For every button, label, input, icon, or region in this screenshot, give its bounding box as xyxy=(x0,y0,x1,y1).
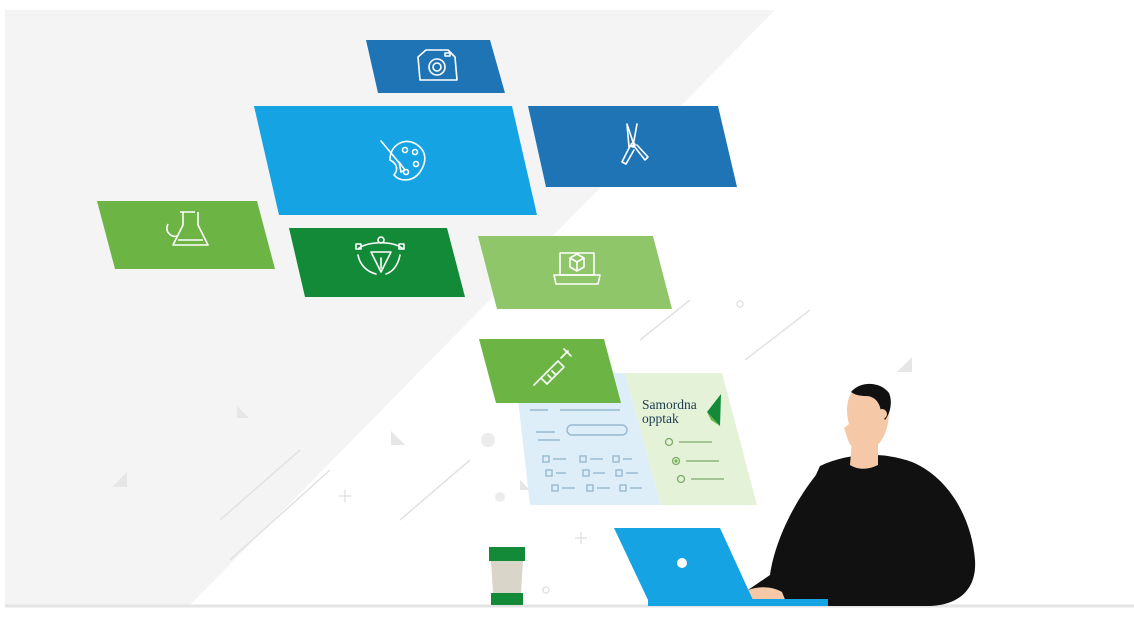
laptop-logo-icon xyxy=(677,558,687,568)
coffee-cup xyxy=(489,547,525,605)
tile-flask xyxy=(97,201,275,269)
tile-shears xyxy=(528,106,737,187)
tile-pen-tool xyxy=(289,228,465,297)
tile-shape xyxy=(479,339,621,403)
tile-shape xyxy=(366,40,505,93)
person-arm xyxy=(745,470,835,606)
form-title-line1: Samordna xyxy=(642,397,697,412)
tile-laptop-3d xyxy=(478,236,672,309)
person-ear xyxy=(877,409,887,419)
tile-palette xyxy=(254,106,537,215)
tile-shape xyxy=(254,106,537,215)
illustration-canvas: Samordna opptak xyxy=(5,10,1134,608)
form-title-line2: opptak xyxy=(642,411,679,426)
tile-shape xyxy=(478,236,672,309)
tile-syringe xyxy=(479,339,621,403)
laptop-base xyxy=(648,599,828,606)
tile-camera xyxy=(366,40,505,93)
